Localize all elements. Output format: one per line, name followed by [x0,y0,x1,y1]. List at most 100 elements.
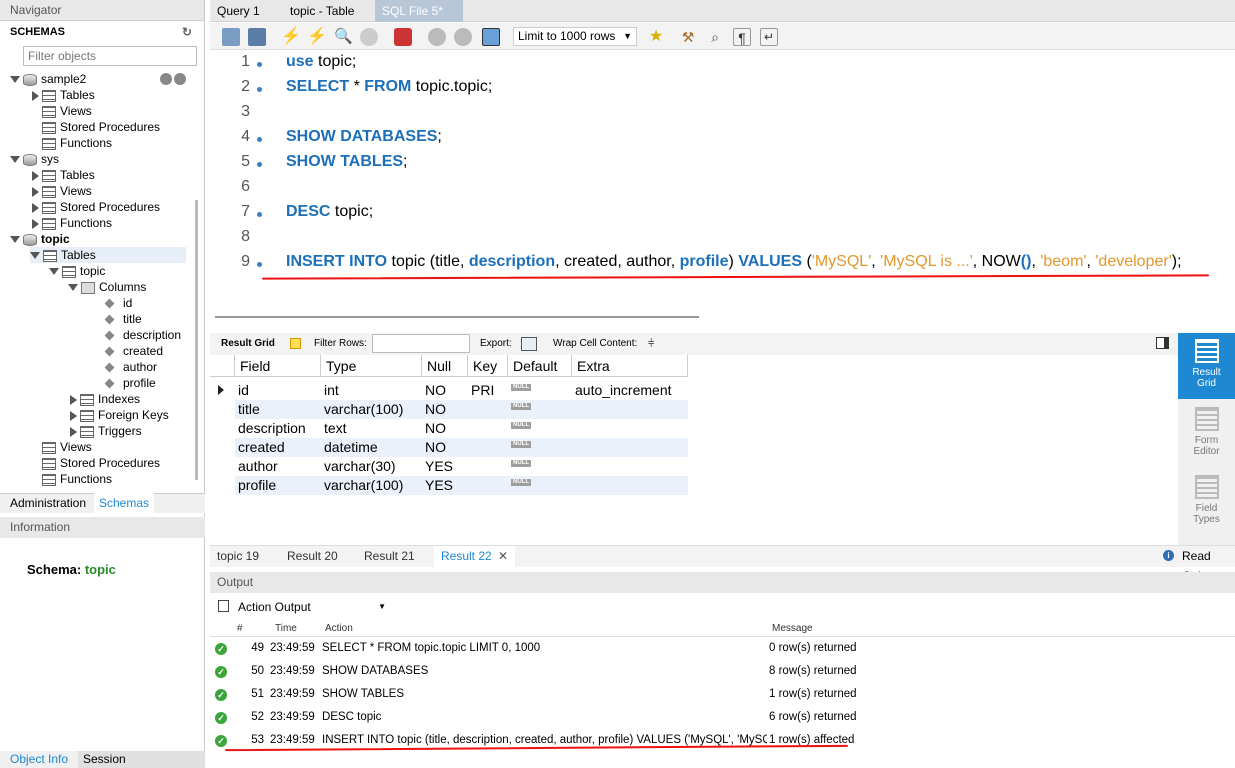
limit-rows-select[interactable]: Limit to 1000 rows ▼ [513,27,637,46]
tree-node[interactable]: Views [30,439,92,455]
tree-node[interactable]: Tables [30,247,186,263]
grid-cell[interactable] [572,457,688,476]
chevron-right-icon[interactable] [32,218,39,229]
grid-cell[interactable] [572,438,688,457]
beautify-icon[interactable]: ⚒ [679,28,697,46]
commit-icon[interactable] [428,28,446,46]
grid-cell[interactable]: NULL [508,400,572,419]
side-panel-item[interactable]: Form Editor [1178,401,1235,467]
grid-cell[interactable]: text [321,419,422,438]
tree-node[interactable]: Stored Procedures [30,199,160,215]
toggle-error-icon[interactable] [394,28,412,46]
tab-sql-file-5[interactable]: SQL File 5* ✕ [375,0,463,40]
side-panel-item[interactable]: Result Grid [1178,333,1235,399]
grid-cell[interactable]: author [235,457,321,476]
open-file-icon[interactable] [222,28,240,46]
save-icon[interactable] [248,28,266,46]
tree-node[interactable]: Tables [30,167,95,183]
find-icon[interactable]: ⌕ [706,28,724,46]
grid-cell[interactable]: varchar(30) [321,457,422,476]
code-line[interactable]: SHOW DATABASES; [286,128,442,146]
tree-node[interactable]: topic [49,263,105,279]
explain-icon[interactable]: 🔍 [334,28,353,46]
grid-cell[interactable]: NO [422,381,468,400]
tree-node[interactable]: profile [104,375,156,391]
chevron-down-icon[interactable] [49,268,59,276]
filter-rows-input[interactable] [372,334,470,353]
grid-cell[interactable]: NULL [508,457,572,476]
chevron-down-icon[interactable] [68,284,78,292]
tree-node[interactable]: Foreign Keys [68,407,169,423]
invisible-chars-icon[interactable]: ¶ [733,28,751,46]
tree-node[interactable]: sample2 [10,71,186,87]
grid-cell[interactable]: int [321,381,422,400]
editor-splitter[interactable] [215,316,699,318]
grid-cell[interactable]: NULL [508,381,572,400]
tab-schemas[interactable]: Schemas [94,493,155,513]
tree-node[interactable]: created [104,343,163,359]
grid-cell[interactable]: YES [422,457,468,476]
grid-cell[interactable]: description [235,419,321,438]
rollback-icon[interactable] [454,28,472,46]
grid-cell[interactable]: YES [422,476,468,495]
code-line[interactable]: use topic; [286,53,356,71]
tab-topic-19[interactable]: topic 19 [217,546,259,568]
refresh-icon[interactable]: ↻ [182,21,192,43]
tree-node[interactable]: Views [30,183,92,199]
grid-cell[interactable] [468,419,508,438]
filter-objects-input[interactable]: Filter objects [23,46,197,66]
tab-result-20[interactable]: Result 20 [287,546,338,568]
wrap-lines-icon[interactable]: ↵ [760,28,778,46]
grid-header[interactable]: Default [508,355,572,377]
grid-cell[interactable]: varchar(100) [321,400,422,419]
chevron-down-icon[interactable] [10,76,20,84]
output-row[interactable]: ✓ 51 23:49:59 SHOW TABLES 1 row(s) returned [210,683,1235,706]
chevron-right-icon[interactable] [32,202,39,213]
tree-node[interactable]: author [104,359,157,375]
grid-cell[interactable] [468,457,508,476]
copy-icon[interactable] [218,600,229,612]
chevron-down-icon[interactable] [30,252,40,260]
tab-query-1[interactable]: Query 1 [210,0,267,22]
grid-cell[interactable] [572,419,688,438]
chevron-right-icon[interactable] [70,426,77,437]
output-row[interactable]: ✓ 49 23:49:59 SELECT * FROM topic.topic LIM… [210,637,1235,660]
code-line[interactable]: SELECT * FROM topic.topic; [286,78,492,96]
tab-session[interactable]: Session [78,751,205,768]
tree-node[interactable]: Functions [30,471,112,487]
tree-node[interactable]: Functions [30,215,112,231]
tree-node[interactable]: Indexes [68,391,140,407]
grid-cell[interactable]: varchar(100) [321,476,422,495]
tree-node[interactable]: description [104,327,181,343]
grid-cell[interactable]: NO [422,400,468,419]
grid-header[interactable]: Null [422,355,468,377]
grid-icon[interactable] [290,338,301,349]
chevron-down-icon[interactable] [10,236,20,244]
grid-cell[interactable]: NULL [508,419,572,438]
grid-cell[interactable]: PRI [468,381,508,400]
chevron-right-icon[interactable] [32,90,39,101]
export-icon[interactable] [521,337,537,351]
code-line[interactable]: INSERT INTO topic (title, description, c… [286,253,1182,271]
grid-header[interactable]: Field [235,355,321,377]
tree-node[interactable]: Functions [30,135,112,151]
grid-header[interactable]: Extra [572,355,688,377]
add-snippet-icon[interactable]: ★ [647,28,665,46]
output-type-select[interactable]: Action Output ▼ [238,598,388,616]
tree-node[interactable]: title [104,311,142,327]
chevron-right-icon[interactable] [70,394,77,405]
execute-icon[interactable]: ⚡ [281,28,301,46]
side-panel-item[interactable]: Field Types [1178,469,1235,535]
grid-cell[interactable]: NO [422,438,468,457]
tree-node[interactable]: Views [30,103,92,119]
toggle-panel-icon[interactable] [1156,337,1169,349]
stop-icon[interactable] [360,28,378,46]
tree-node[interactable]: Columns [68,279,146,295]
tree-node[interactable]: Stored Procedures [30,455,160,471]
grid-cell[interactable]: created [235,438,321,457]
tree-node[interactable]: Tables [30,87,95,103]
grid-cell[interactable] [468,476,508,495]
output-row[interactable]: ✓ 52 23:49:59 DESC topic 6 row(s) returned [210,706,1235,729]
close-icon[interactable]: ✕ [498,549,508,563]
autocommit-icon[interactable] [482,28,500,46]
